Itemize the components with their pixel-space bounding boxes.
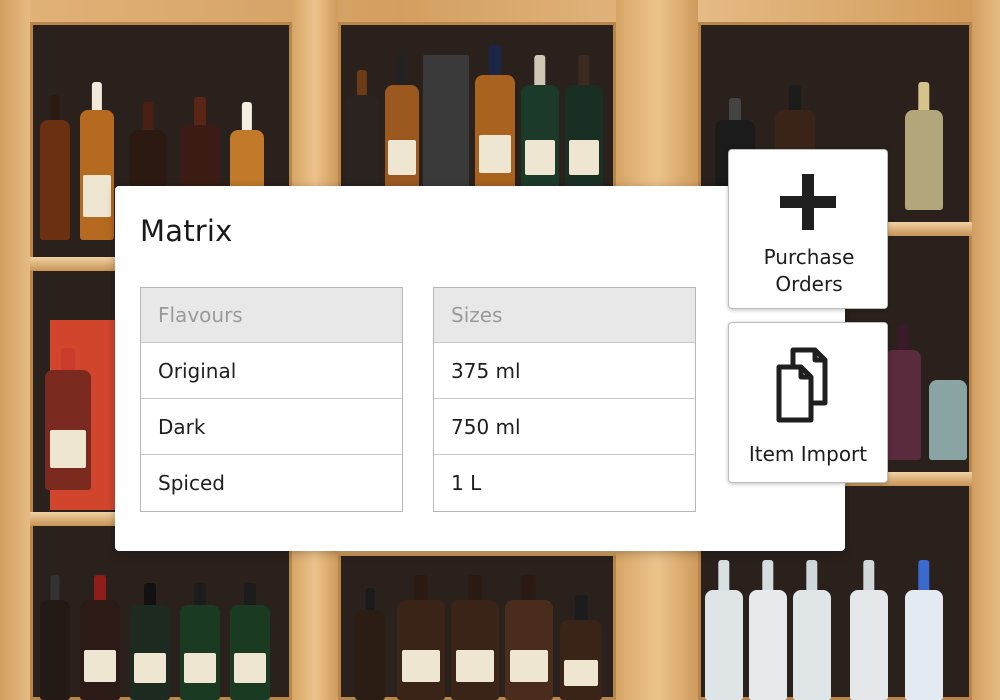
flavours-header: Flavours	[141, 288, 402, 343]
size-cell[interactable]: 1 L	[434, 455, 695, 511]
bottle	[130, 583, 170, 700]
bottle	[180, 583, 220, 700]
bottle	[521, 55, 559, 195]
sizes-header: Sizes	[434, 288, 695, 343]
bottle-row	[355, 575, 615, 700]
bottle	[230, 583, 270, 700]
bottle	[565, 55, 603, 195]
bottle	[850, 560, 888, 700]
bottle-box	[423, 55, 469, 195]
bottle	[905, 560, 943, 700]
bottle	[451, 575, 499, 700]
documents-icon	[776, 347, 828, 423]
bottle-row	[345, 45, 615, 195]
bottle	[80, 82, 114, 240]
bottle	[793, 560, 831, 700]
bottle	[560, 595, 602, 700]
bottle	[40, 575, 70, 700]
item-import-button[interactable]: Item Import	[728, 322, 888, 483]
frame-post	[0, 0, 30, 700]
flavour-cell[interactable]: Spiced	[141, 455, 402, 511]
bottle	[40, 95, 70, 240]
bottle	[749, 560, 787, 700]
flavours-table: Flavours Original Dark Spiced	[140, 287, 403, 512]
bottle	[929, 380, 967, 460]
bottle	[397, 575, 445, 700]
bottle	[80, 575, 120, 700]
flavour-cell[interactable]: Dark	[141, 399, 402, 455]
bottle-row	[705, 560, 970, 700]
bottle	[885, 325, 921, 460]
bottle	[45, 348, 91, 490]
bottle-row	[885, 320, 970, 460]
bottle	[505, 575, 553, 700]
frame-post	[972, 0, 1000, 700]
item-import-label: Item Import	[748, 442, 868, 466]
plus-icon	[780, 174, 836, 230]
size-cell[interactable]: 375 ml	[434, 343, 695, 399]
purchase-orders-button[interactable]: Purchase Orders	[728, 149, 888, 309]
purchase-orders-label: Purchase Orders	[763, 245, 855, 296]
bottle-row	[35, 570, 290, 700]
bottle	[475, 45, 515, 195]
matrix-title: Matrix	[140, 214, 233, 248]
sizes-table: Sizes 375 ml 750 ml 1 L	[433, 287, 696, 512]
bottle	[355, 588, 385, 700]
flavour-cell[interactable]: Original	[141, 343, 402, 399]
bottle	[345, 70, 379, 195]
bottle	[705, 560, 743, 700]
bottle	[905, 82, 943, 210]
bottle	[385, 55, 419, 195]
bottle-row	[35, 330, 115, 490]
size-cell[interactable]: 750 ml	[434, 399, 695, 455]
